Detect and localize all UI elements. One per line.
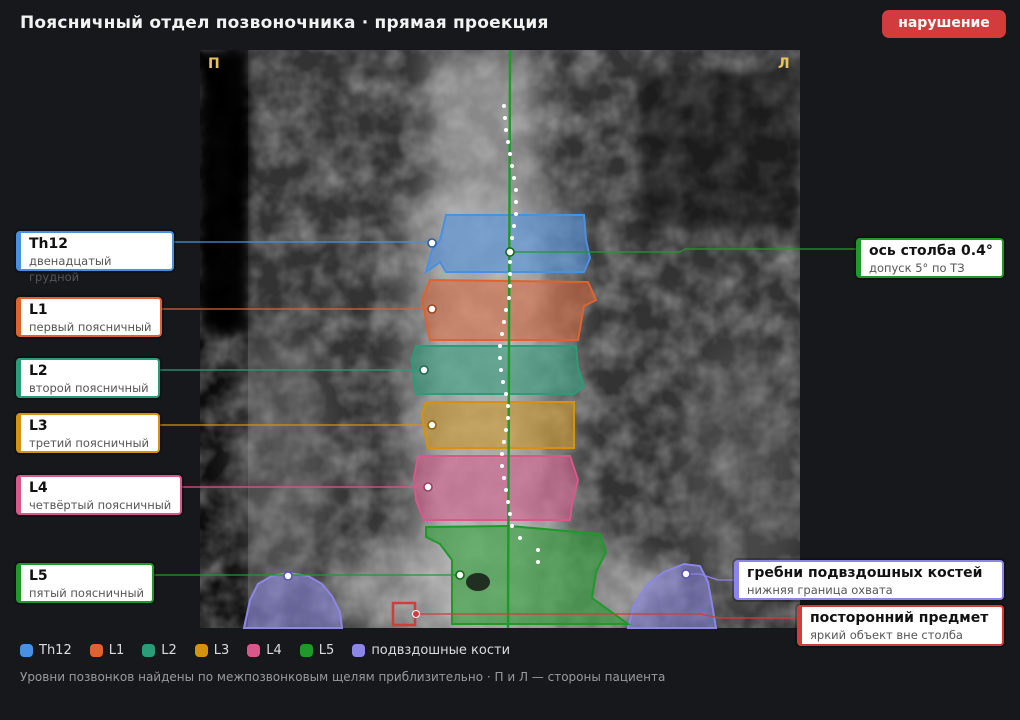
legend-item-l3: L3 bbox=[194, 643, 230, 658]
callout-l3-title: L3 bbox=[29, 418, 48, 434]
callout-axis-title: ось столба 0.4° bbox=[869, 243, 993, 259]
legend-label: подвздошные кости bbox=[371, 643, 511, 658]
patient-left-marker: Л bbox=[778, 56, 790, 72]
legend: Th12 L1 L2 L3 L4 L5 подвздошные кости bbox=[20, 643, 510, 658]
legend-item-iliac: подвздошные кости bbox=[352, 643, 510, 658]
patient-right-marker: П bbox=[208, 56, 220, 72]
callout-l1-title: L1 bbox=[29, 302, 48, 318]
legend-label: L1 bbox=[108, 643, 125, 658]
callout-l1-desc: первый поясничный bbox=[29, 320, 152, 334]
xray-image[interactable]: П Л bbox=[200, 50, 800, 628]
callout-iliac[interactable]: гребни подвздошных костей нижняя граница… bbox=[734, 560, 1004, 600]
callout-axis-note: допуск 5° по ТЗ bbox=[869, 261, 965, 275]
legend-label: L4 bbox=[266, 643, 282, 658]
xray-texture bbox=[200, 50, 800, 628]
callout-foreign-note: яркий объект вне столба bbox=[810, 628, 963, 642]
callout-th12-title: Th12 bbox=[29, 236, 68, 252]
callout-l5[interactable]: L5 пятый поясничный bbox=[16, 563, 154, 603]
legend-label: L2 bbox=[161, 643, 177, 658]
callout-l2-desc: второй поясничный bbox=[29, 381, 149, 395]
legend-item-l2: L2 bbox=[142, 643, 177, 658]
callout-l2[interactable]: L2 второй поясничный bbox=[16, 358, 160, 398]
callout-l3[interactable]: L3 третий поясничный bbox=[16, 413, 160, 453]
callout-l4-title: L4 bbox=[29, 480, 48, 496]
legend-swatch bbox=[20, 644, 33, 657]
legend-swatch bbox=[352, 644, 366, 657]
callout-iliac-note: нижняя граница охвата bbox=[747, 583, 893, 597]
callout-axis[interactable]: ось столба 0.4° допуск 5° по ТЗ bbox=[856, 238, 1004, 278]
legend-swatch bbox=[299, 644, 313, 657]
callout-l5-title: L5 bbox=[29, 568, 48, 584]
legend-label: L5 bbox=[318, 643, 335, 658]
callout-l4[interactable]: L4 четвёртый поясничный bbox=[16, 475, 182, 515]
callout-iliac-title: гребни подвздошных костей bbox=[747, 565, 983, 581]
callout-l4-desc: четвёртый поясничный bbox=[29, 498, 172, 512]
legend-swatch bbox=[194, 644, 208, 657]
legend-label: Th12 bbox=[39, 643, 72, 658]
status-badge: нарушение bbox=[882, 10, 1006, 38]
footnote: Уровни позвонков найдены по межпозвонков… bbox=[20, 670, 666, 684]
callout-foreign[interactable]: посторонний предмет яркий объект вне сто… bbox=[797, 605, 1004, 646]
callout-th12-desc: двенадцатый грудной bbox=[29, 254, 112, 284]
callout-l2-title: L2 bbox=[29, 363, 48, 379]
legend-swatch bbox=[142, 644, 156, 657]
legend-item-th12: Th12 bbox=[20, 643, 72, 658]
legend-item-l5: L5 bbox=[299, 643, 335, 658]
legend-swatch bbox=[89, 644, 103, 657]
callout-th12[interactable]: Th12 двенадцатый грудной bbox=[16, 231, 174, 284]
legend-item-l1: L1 bbox=[89, 643, 125, 658]
legend-label: L3 bbox=[213, 643, 230, 658]
page-title: Поясничный отдел позвоночника · прямая п… bbox=[20, 13, 549, 33]
callout-l1[interactable]: L1 первый поясничный bbox=[16, 297, 162, 337]
callout-l3-desc: третий поясничный bbox=[29, 436, 150, 450]
legend-item-l4: L4 bbox=[247, 643, 282, 658]
legend-swatch bbox=[247, 644, 261, 657]
callout-foreign-title: посторонний предмет bbox=[810, 610, 989, 626]
callout-l5-desc: пятый поясничный bbox=[29, 586, 144, 600]
